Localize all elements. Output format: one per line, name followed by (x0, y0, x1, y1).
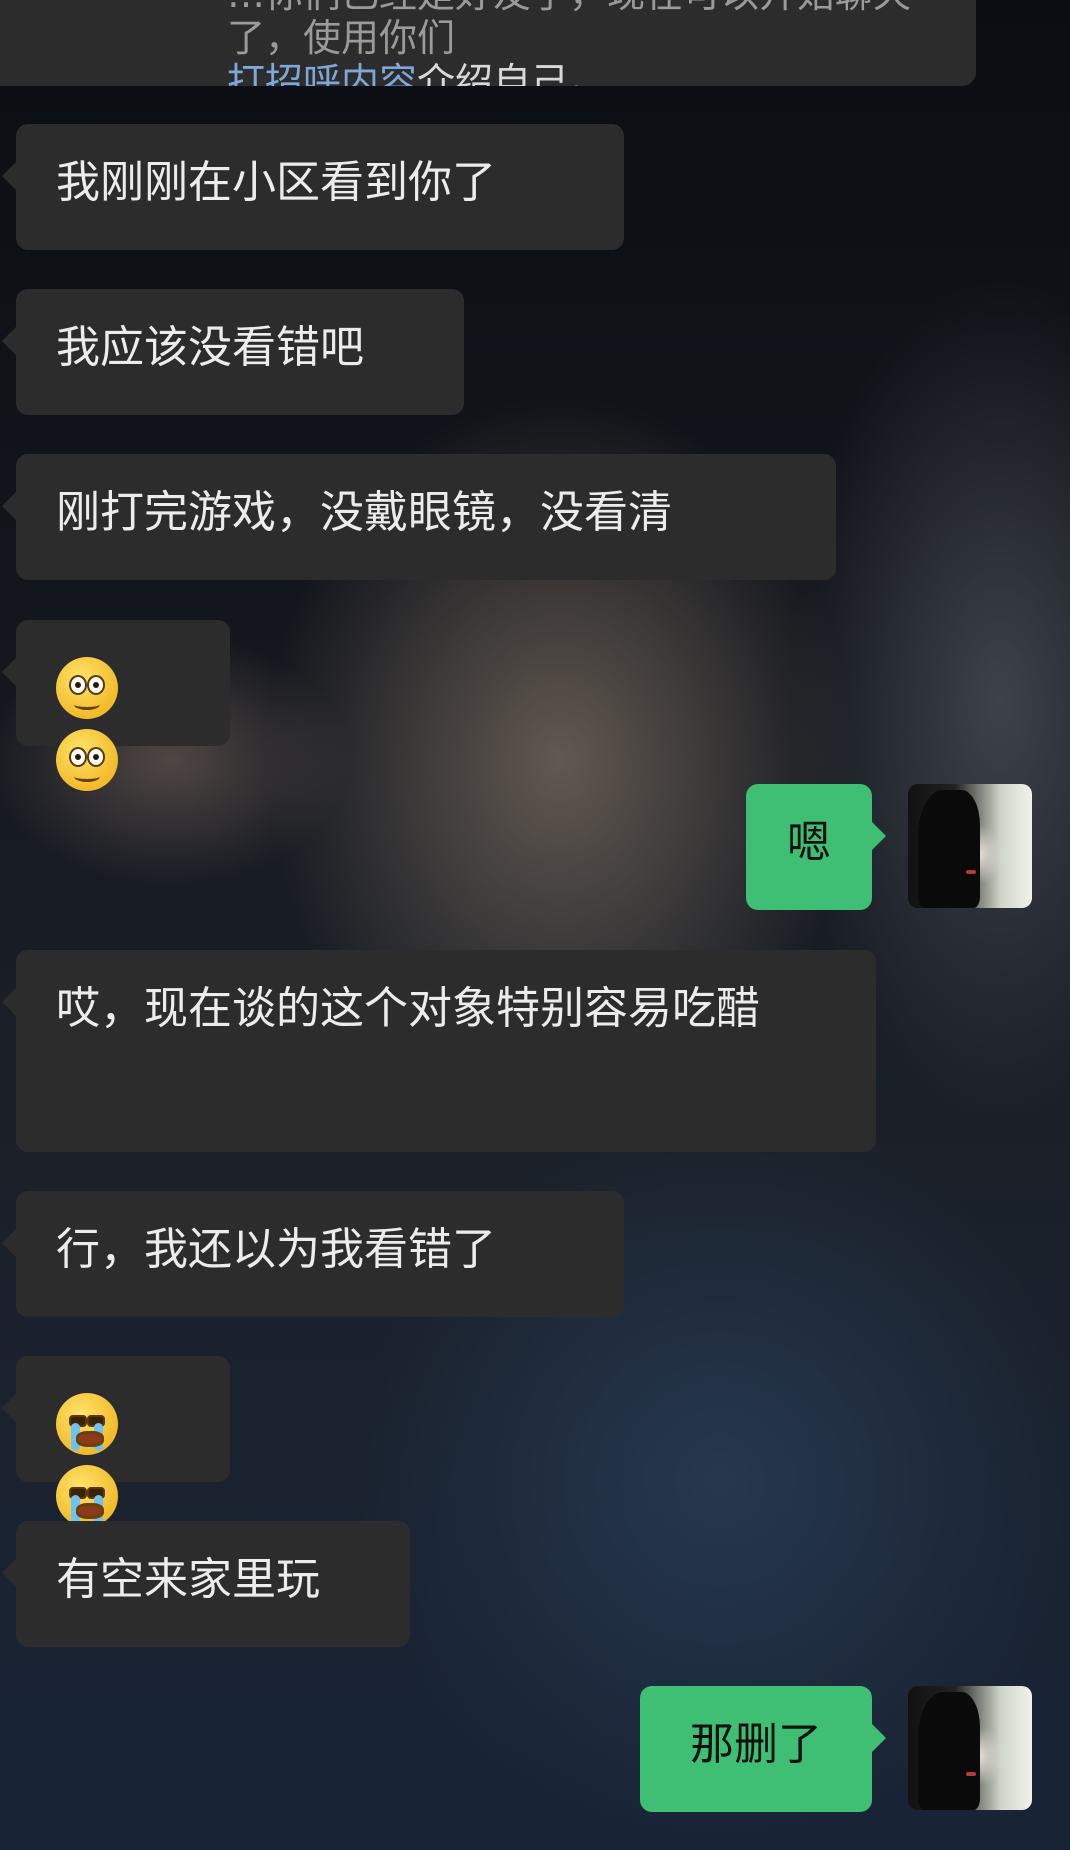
message-bubble-incoming[interactable]: 我应该没看错吧 (2, 289, 464, 415)
message-text: 刚打完游戏，没戴眼镜，没看清 (56, 487, 672, 538)
message-text: 行，我还以为我看错了 (56, 1224, 496, 1275)
message-text: 那删了 (690, 1719, 822, 1770)
message-bubble-incoming-emoji[interactable] (2, 620, 230, 791)
message-bubble-incoming[interactable]: 我刚刚在小区看到你了 (2, 124, 624, 250)
message-text: 嗯 (787, 817, 831, 868)
message-bubble-incoming-emoji[interactable] (2, 1356, 230, 1527)
crying-face-icon (56, 1465, 118, 1527)
system-notice-text: 介绍自己。 (417, 60, 608, 86)
system-notice-cut-line: …你们已经是好友了，现在可以开始聊天了，使用你们 (227, 0, 911, 60)
pleading-face-icon (56, 657, 118, 719)
message-bubble-incoming[interactable]: 行，我还以为我看错了 (2, 1191, 624, 1317)
greeting-content-link[interactable]: 打招呼内容 (227, 60, 417, 86)
message-text: 有空来家里玩 (56, 1554, 320, 1605)
message-text: 我刚刚在小区看到你了 (56, 157, 496, 208)
my-avatar[interactable] (908, 784, 1032, 908)
message-text: 哎，现在谈的这个对象特别容易吃醋 (56, 983, 760, 1034)
crying-face-icon (56, 1393, 118, 1455)
message-bubble-outgoing[interactable]: 那删了 (640, 1686, 886, 1812)
pleading-face-icon (56, 729, 118, 791)
system-notice: …你们已经是好友了，现在可以开始聊天了，使用你们 打招呼内容介绍自己。 (0, 0, 976, 86)
message-bubble-outgoing[interactable]: 嗯 (746, 784, 886, 910)
message-bubble-incoming[interactable]: 有空来家里玩 (2, 1521, 410, 1647)
message-bubble-incoming[interactable]: 哎，现在谈的这个对象特别容易吃醋 (2, 950, 876, 1152)
message-text: 我应该没看错吧 (56, 322, 364, 373)
my-avatar[interactable] (908, 1686, 1032, 1810)
message-bubble-incoming[interactable]: 刚打完游戏，没戴眼镜，没看清 (2, 454, 836, 580)
